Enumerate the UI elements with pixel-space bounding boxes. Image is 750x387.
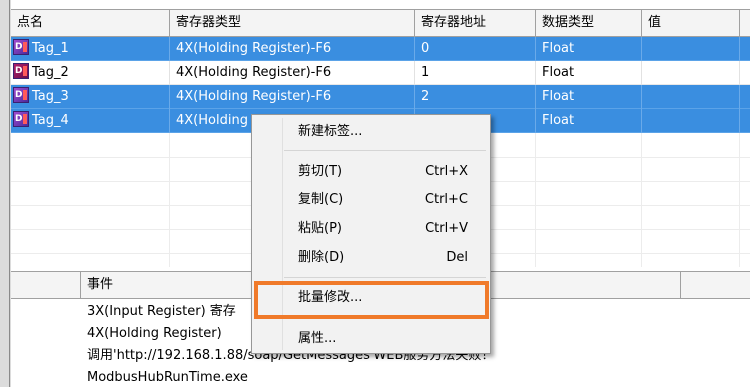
menu-item-shortcut: Ctrl+X: [425, 164, 468, 179]
table-row[interactable]: Tag_1 4X(Holding Register)-F6 0 Float: [11, 37, 750, 61]
tag-name: Tag_4: [32, 113, 69, 128]
tag-icon: [13, 39, 29, 55]
value-cell: [642, 61, 740, 85]
list-item[interactable]: ModbusHubRunTime.exe: [11, 367, 750, 387]
tag-name: Tag_1: [32, 41, 69, 56]
value-cell: [642, 37, 740, 61]
column-header-value[interactable]: 值: [642, 10, 740, 36]
data-type-cell: Float: [536, 109, 642, 133]
name-cell: Tag_2: [11, 61, 170, 85]
menu-item-properties[interactable]: 属性...: [254, 327, 488, 351]
data-type-cell: Float: [536, 37, 642, 61]
value-cell: [642, 85, 740, 109]
highlight-box: [254, 281, 489, 319]
name-cell: Tag_3: [11, 85, 170, 109]
address-cell: 0: [415, 37, 536, 61]
tag-editor-window: 点名 寄存器类型 寄存器地址 数据类型 值 Tag_1 4X(Holding R…: [0, 0, 750, 387]
tag-icon: [13, 111, 29, 127]
tag-name: Tag_3: [32, 89, 69, 104]
menu-item-shortcut: Ctrl+C: [424, 192, 468, 207]
event-text: 4X(Holding Register): [87, 326, 222, 341]
tag-name: Tag_2: [32, 65, 69, 80]
register-type-cell: 4X(Holding Register)-F6: [170, 37, 415, 61]
register-type-cell: 4X(Holding Register)-F6: [170, 61, 415, 85]
event-text: 3X(Input Register) 寄存: [87, 304, 236, 319]
menu-item-label: 粘贴(P): [298, 221, 342, 236]
menu-item-paste[interactable]: 粘贴(P) Ctrl+V: [254, 217, 488, 241]
menu-item-label: 复制(C): [298, 192, 344, 207]
column-header-name[interactable]: 点名: [11, 10, 170, 36]
menu-item-label: 剪切(T): [298, 164, 343, 179]
tag-icon: [13, 63, 29, 79]
table-row[interactable]: Tag_3 4X(Holding Register)-F6 2 Float: [11, 85, 750, 109]
menu-item-label: 新建标签...: [298, 124, 363, 139]
table-row[interactable]: Tag_2 4X(Holding Register)-F6 1 Float: [11, 61, 750, 85]
address-cell: 1: [415, 61, 536, 85]
grid-header: 点名 寄存器类型 寄存器地址 数据类型 值: [11, 9, 750, 37]
column-header-address[interactable]: 寄存器地址: [415, 10, 536, 36]
menu-item-cut[interactable]: 剪切(T) Ctrl+X: [254, 160, 488, 184]
menu-item-copy[interactable]: 复制(C) Ctrl+C: [254, 188, 488, 212]
column-header-register-type[interactable]: 寄存器类型: [170, 10, 415, 36]
name-cell: Tag_1: [11, 37, 170, 61]
data-type-cell: Float: [536, 85, 642, 109]
menu-item-label: 属性...: [298, 331, 337, 346]
left-border: [0, 0, 11, 387]
menu-item-delete[interactable]: 删除(D) Del: [254, 246, 488, 270]
address-cell: 2: [415, 85, 536, 109]
menu-item-label: 删除(D): [298, 250, 345, 265]
event-text: ModbusHubRunTime.exe: [87, 370, 248, 385]
menu-item-shortcut: Ctrl+V: [425, 221, 468, 236]
menu-separator: [284, 150, 486, 151]
value-cell: [642, 109, 740, 133]
column-header-blank[interactable]: [11, 272, 81, 298]
tag-icon: [13, 87, 29, 103]
data-type-cell: Float: [536, 61, 642, 85]
menu-item-new-tag[interactable]: 新建标签...: [254, 120, 488, 144]
column-header-data-type[interactable]: 数据类型: [536, 10, 642, 36]
name-cell: Tag_4: [11, 109, 170, 133]
menu-separator: [284, 277, 486, 278]
register-type-cell: 4X(Holding Register)-F6: [170, 85, 415, 109]
menu-item-shortcut: Del: [446, 250, 468, 265]
